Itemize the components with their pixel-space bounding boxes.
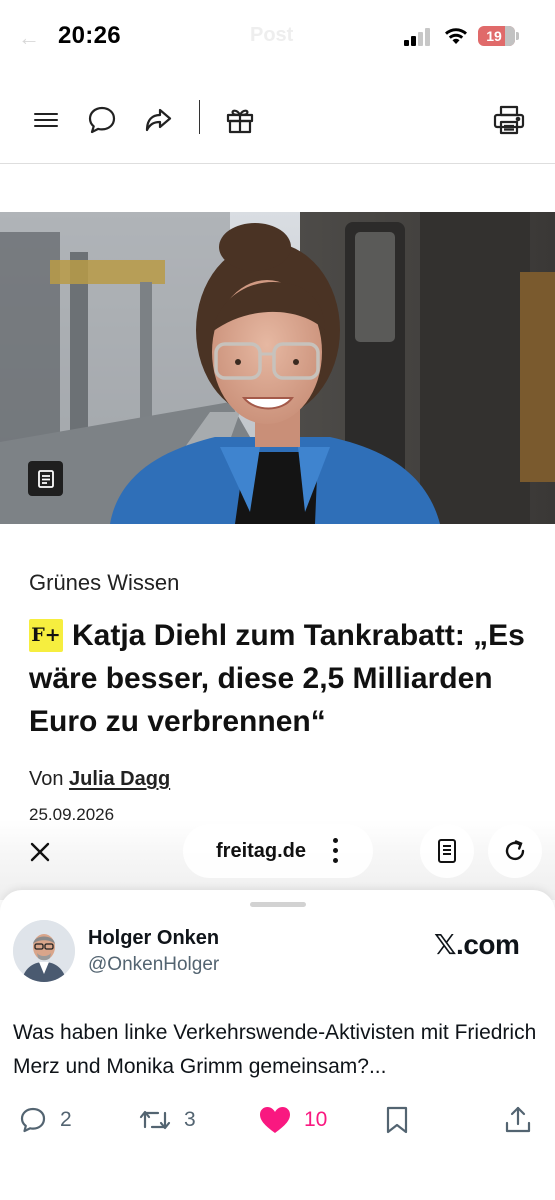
reader-mode-icon[interactable] <box>420 824 474 878</box>
avatar[interactable] <box>13 920 75 982</box>
bookmark-button[interactable] <box>383 1100 411 1140</box>
tweet-text[interactable]: Was haben linke Verkehrswende-Aktivisten… <box>13 1016 543 1084</box>
url-pill[interactable]: freitag.de <box>183 824 373 878</box>
back-arrow-icon[interactable]: ← <box>18 25 40 51</box>
retweet-icon <box>139 1110 171 1130</box>
byline-prefix: Von <box>29 768 64 790</box>
gift-icon[interactable] <box>220 100 260 140</box>
battery-icon: 19 <box>478 26 515 46</box>
reply-icon <box>20 1107 46 1133</box>
cellular-signal-icon <box>404 28 434 46</box>
reply-button[interactable]: 2 <box>18 1100 72 1140</box>
article-byline: Von Julia Dagg <box>29 768 170 791</box>
share-tweet-button[interactable] <box>503 1100 533 1140</box>
tweet-author-handle[interactable]: @OnkenHolger <box>88 954 219 976</box>
x-logo[interactable]: 𝕏.com <box>434 928 520 961</box>
tweet-actions: 2 3 10 <box>0 1100 555 1140</box>
status-bar: ← 20:26 Post 19 <box>0 0 555 72</box>
plus-badge-icon: F+ <box>29 619 63 652</box>
author-link[interactable]: Julia Dagg <box>69 768 170 790</box>
status-time: 20:26 <box>58 22 121 49</box>
tweet-card[interactable]: Holger Onken @OnkenHolger 𝕏.com Was habe… <box>0 890 555 1200</box>
article-hero-image[interactable] <box>0 212 555 524</box>
upload-share-icon <box>505 1106 531 1133</box>
close-icon[interactable] <box>14 828 66 876</box>
sheet-grabber[interactable] <box>250 902 306 907</box>
battery-level: 19 <box>486 28 502 44</box>
article-category[interactable]: Grünes Wissen <box>29 570 179 596</box>
article-reader-badge-icon[interactable] <box>28 461 63 496</box>
article-headline[interactable]: F+ Katja Diehl zum Tankrabatt: „Es wäre b… <box>29 614 529 743</box>
retweet-count: 3 <box>184 1108 196 1131</box>
article-toolbar <box>0 80 555 164</box>
reload-icon[interactable] <box>488 824 542 878</box>
tweet-author-name[interactable]: Holger Onken <box>88 927 219 950</box>
battery-nub <box>516 32 519 40</box>
more-options-icon[interactable] <box>333 838 339 864</box>
reply-count: 2 <box>60 1108 72 1131</box>
wifi-icon <box>445 28 467 44</box>
like-count: 10 <box>304 1108 328 1131</box>
like-button[interactable]: 10 <box>258 1100 327 1140</box>
comment-icon[interactable] <box>82 100 122 140</box>
headline-text: Katja Diehl zum Tankrabatt: „Es wäre bes… <box>29 619 525 738</box>
menu-icon[interactable] <box>26 100 66 140</box>
bookmark-icon <box>386 1106 408 1134</box>
share-icon[interactable] <box>138 100 178 140</box>
print-icon[interactable] <box>489 100 529 140</box>
toolbar-divider <box>199 100 200 134</box>
underlying-page-title: Post <box>250 24 294 46</box>
url-text: freitag.de <box>216 840 307 862</box>
heart-icon <box>260 1107 290 1133</box>
retweet-button[interactable]: 3 <box>138 1100 196 1140</box>
